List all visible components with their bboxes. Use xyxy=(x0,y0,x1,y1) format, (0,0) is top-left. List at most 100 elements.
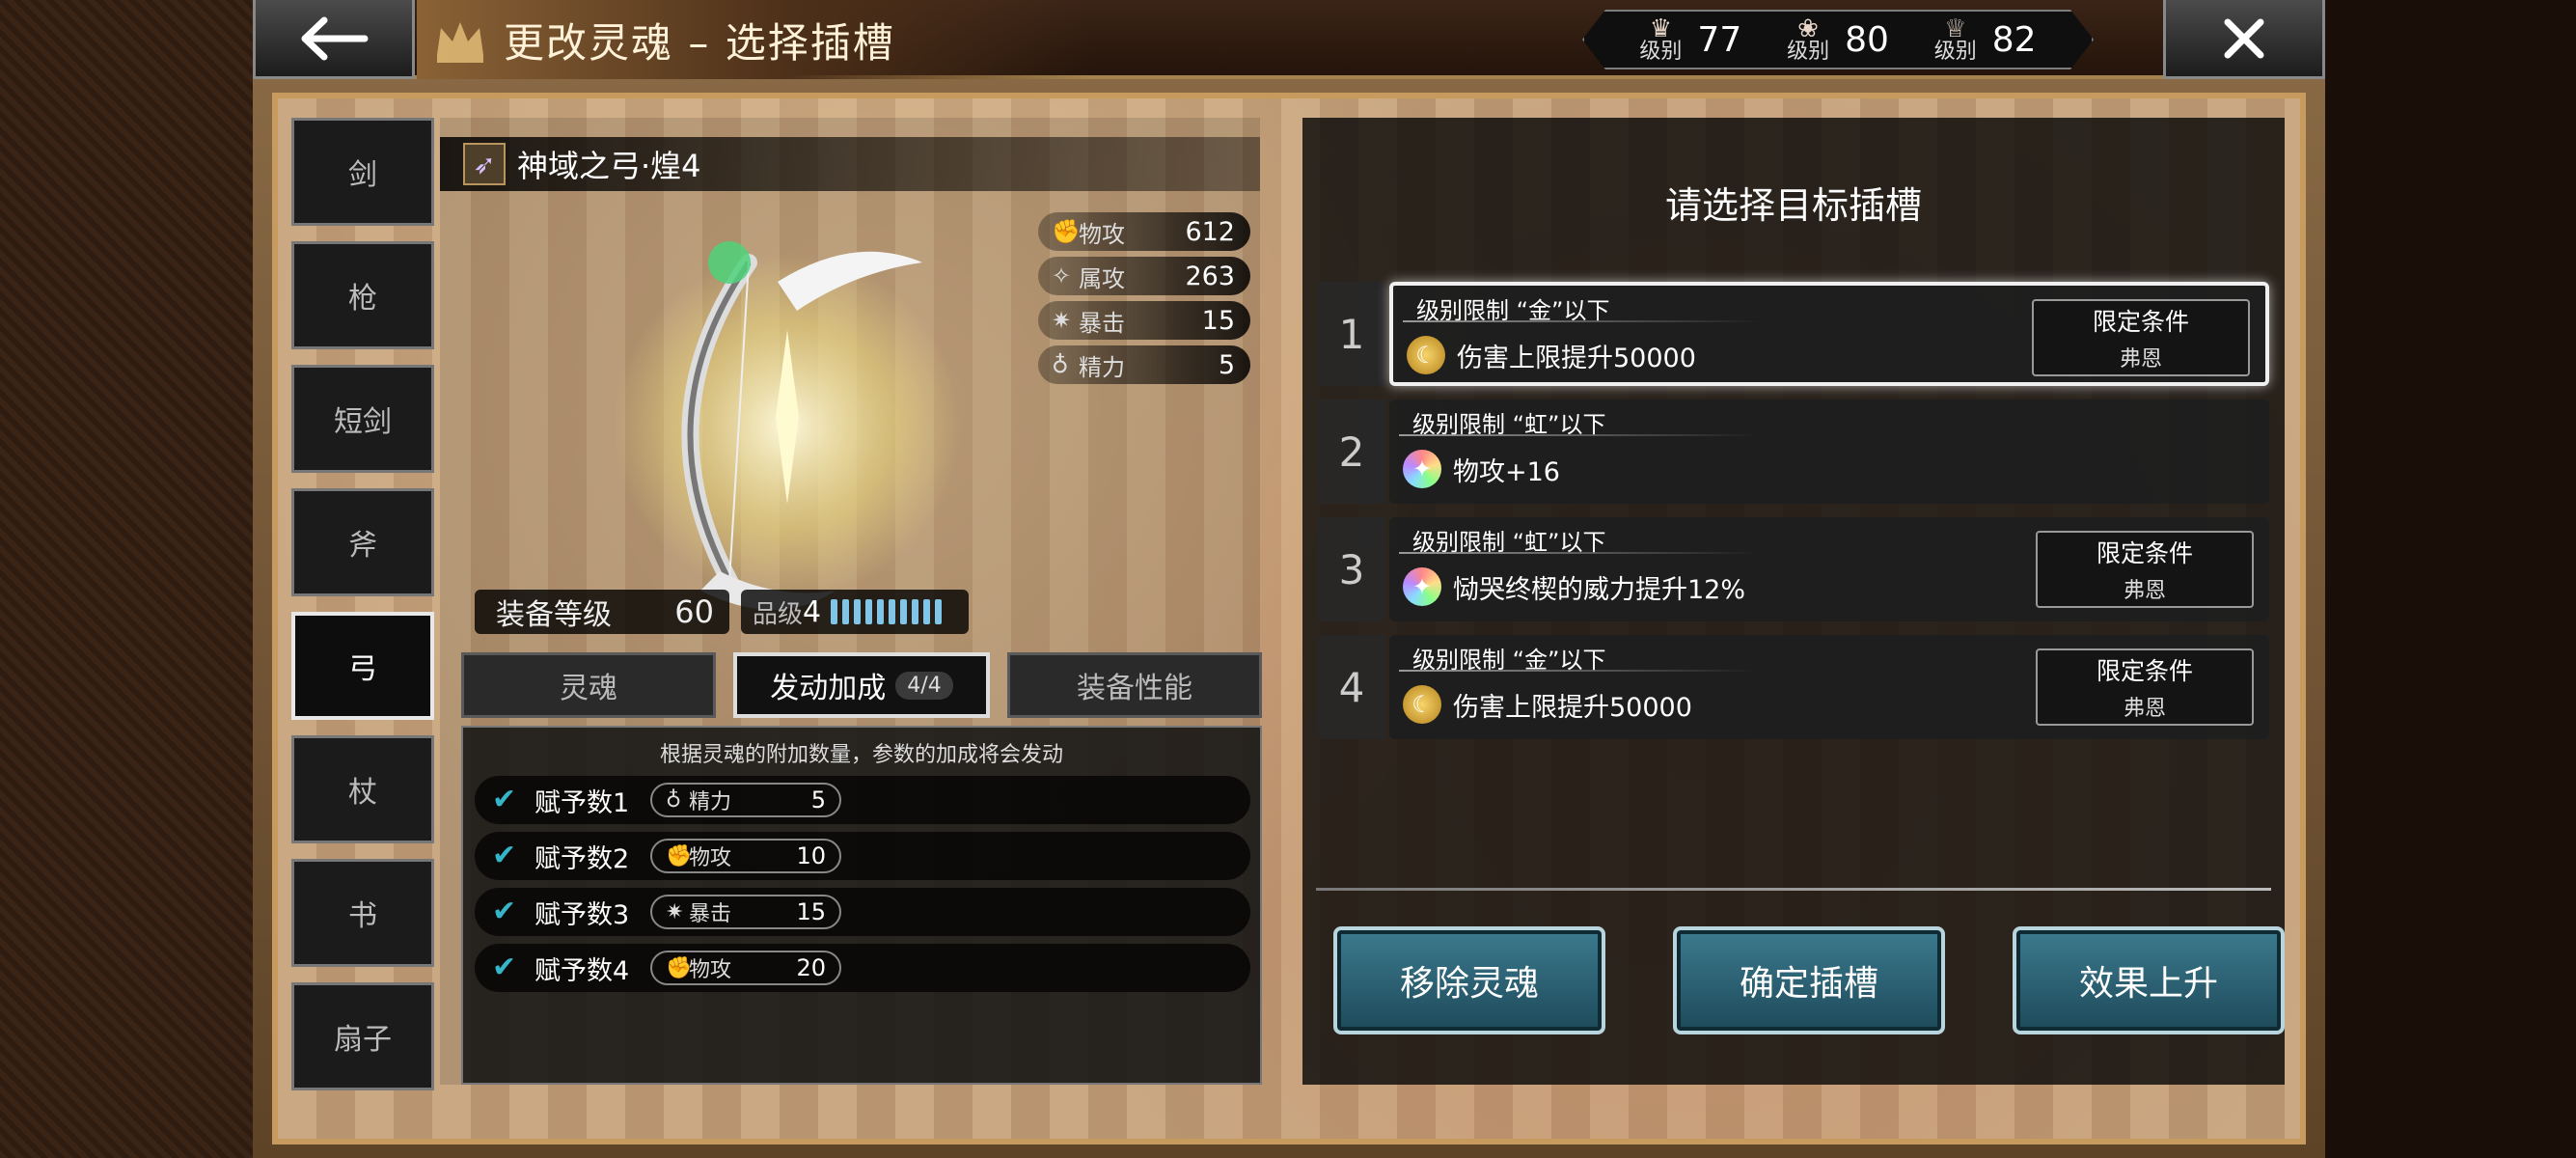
category-tab-staff[interactable]: 杖 xyxy=(291,735,434,843)
category-tab-axe[interactable]: 斧 xyxy=(291,488,434,596)
slot-effect-text: 恸哭终楔的威力提升12% xyxy=(1453,574,1746,605)
level-label: 级别 xyxy=(1639,40,1683,64)
remove-soul-button[interactable]: 移除灵魂 xyxy=(1333,926,1605,1034)
stat-name: 精力 xyxy=(1079,353,1125,381)
bonus-label: 赋予数3 xyxy=(534,899,630,930)
close-button[interactable] xyxy=(2163,0,2325,79)
tab-soul[interactable]: 灵魂 xyxy=(461,652,716,718)
stat-value: 15 xyxy=(1201,305,1235,336)
slot-number: 1 xyxy=(1318,282,1385,386)
slot-effect: ✦ 恸哭终楔的威力提升12% xyxy=(1403,567,1745,606)
upgrade-effect-button[interactable]: 效果上升 xyxy=(2013,926,2285,1034)
category-tab-dagger[interactable]: 短剑 xyxy=(291,365,434,473)
slot-effect-text: 伤害上限提升50000 xyxy=(1453,692,1692,723)
slot-number: 3 xyxy=(1318,517,1385,621)
weapon-panel: ➶ 神域之弓·煌4 ✊ 物攻 612 ✧ 属攻 263 ✷ 暴击 15 ♁ 精力 5 装备等级 … xyxy=(440,118,1262,1085)
divider xyxy=(1399,670,1756,672)
lotus-icon: ❀ xyxy=(1797,14,1819,43)
bow-icon: ➶ xyxy=(463,143,506,185)
rainbow-gem-icon: ✦ xyxy=(1403,567,1441,606)
critical-icon: ✷ xyxy=(1052,307,1072,334)
left-background xyxy=(0,0,253,1158)
bonus-note: 根据灵魂的附加数量，参数的加成将会发动 xyxy=(659,743,1063,767)
slot-effect: ✦ 物攻+16 xyxy=(1403,450,1560,488)
slot-effect: ☾ 伤害上限提升50000 xyxy=(1407,336,1696,374)
slot-number: 4 xyxy=(1318,635,1385,739)
grade-info: 品级 4 xyxy=(741,590,969,634)
tab-bonus-label: 发动加成 xyxy=(770,672,887,705)
slot-effect-text: 物攻+16 xyxy=(1453,456,1560,487)
rainbow-gem-icon: ✦ xyxy=(1403,450,1441,488)
back-button[interactable] xyxy=(253,0,415,79)
level-value: 80 xyxy=(1845,19,1889,60)
slot-body[interactable]: 级别限制 “虹”以下 ✦ 恸哭终楔的威力提升12% 限定条件 弗恩 xyxy=(1389,517,2269,621)
category-tab-book[interactable]: 书 xyxy=(291,859,434,967)
bonus-label: 赋予数2 xyxy=(534,843,630,874)
slot-body[interactable]: 级别限制 “金”以下 ☾ 伤害上限提升50000 限定条件 弗恩 xyxy=(1389,282,2269,386)
page-title: 更改灵魂 – 选择插槽 xyxy=(504,18,895,67)
weapon-stats: ✊ 物攻 612 ✧ 属攻 263 ✷ 暴击 15 ♁ 精力 5 xyxy=(1038,212,1250,390)
divider xyxy=(1399,434,1756,436)
tiara-icon: ♕ xyxy=(1944,14,1967,43)
panel-divider xyxy=(1316,888,2271,891)
slot-body[interactable]: 级别限制 “金”以下 ☾ 伤害上限提升50000 限定条件 弗恩 xyxy=(1389,635,2269,739)
level-item: ❀ 级别 80 xyxy=(1787,16,1889,63)
grade-pip xyxy=(854,599,862,624)
gold-gem-icon: ☾ xyxy=(1407,336,1445,374)
grade-pip xyxy=(900,599,908,624)
weapon-name: 神域之弓·煌4 xyxy=(517,148,701,184)
divider xyxy=(1399,552,1756,554)
slot-body[interactable]: 级别限制 “虹”以下 ✦ 物攻+16 xyxy=(1389,400,2269,504)
tab-bonus[interactable]: 发动加成 4/4 xyxy=(733,652,990,718)
condition-label: 限定条件 xyxy=(2096,539,2193,567)
slot-number: 2 xyxy=(1318,400,1385,504)
check-icon: ✔ xyxy=(492,951,517,984)
weapon-header: ➶ 神域之弓·煌4 xyxy=(440,137,1260,191)
slot-effect-text: 伤害上限提升50000 xyxy=(1457,343,1696,373)
equip-level-value: 60 xyxy=(674,593,714,630)
condition-character: 弗恩 xyxy=(2119,347,2162,372)
condition-character: 弗恩 xyxy=(2123,697,2166,721)
grade-pip xyxy=(935,599,943,624)
bonus-row: ✔ 赋予数4 ✊ 物攻 20 xyxy=(475,944,1250,992)
level-bar: ♛ 级别 77 ❀ 级别 80 ♕ 级别 82 xyxy=(1582,10,2094,69)
slot-1[interactable]: 1 级别限制 “金”以下 ☾ 伤害上限提升50000 限定条件 弗恩 xyxy=(1318,282,2269,386)
stat-row: ✧ 属攻 263 xyxy=(1038,257,1250,295)
stat-value: 263 xyxy=(1185,261,1235,291)
bonus-stat-name: 物攻 xyxy=(689,958,732,982)
crown-icon: ♛ xyxy=(1649,14,1673,43)
stat-row: ✷ 暴击 15 xyxy=(1038,301,1250,340)
bonus-stat: ✊ 物攻 10 xyxy=(650,839,841,873)
stat-name: 暴击 xyxy=(1079,309,1125,337)
category-tab-spear[interactable]: 枪 xyxy=(291,241,434,349)
bonus-row: ✔ 赋予数3 ✷ 暴击 15 xyxy=(475,888,1250,936)
title-area: 更改灵魂 – 选择插槽 xyxy=(417,0,1092,79)
bonus-stat-value: 15 xyxy=(796,898,826,925)
category-tab-bow[interactable]: 弓 xyxy=(291,612,434,720)
weapon-category-list: 剑 枪 短剑 斧 弓 杖 书 扇子 xyxy=(291,118,436,1106)
grade-pip xyxy=(912,599,919,624)
slot-effect: ☾ 伤害上限提升50000 xyxy=(1403,685,1692,724)
energy-icon: ♁ xyxy=(1052,351,1069,378)
limit-condition-button[interactable]: 限定条件 弗恩 xyxy=(2032,299,2250,376)
bonus-stat-name: 暴击 xyxy=(689,902,732,926)
level-item: ♛ 级别 77 xyxy=(1639,16,1741,63)
tab-performance[interactable]: 装备性能 xyxy=(1007,652,1262,718)
category-tab-fan[interactable]: 扇子 xyxy=(291,982,434,1090)
slot-2[interactable]: 2 级别限制 “虹”以下 ✦ 物攻+16 xyxy=(1318,400,2269,504)
slot-4[interactable]: 4 级别限制 “金”以下 ☾ 伤害上限提升50000 限定条件 弗恩 xyxy=(1318,635,2269,739)
limit-condition-button[interactable]: 限定条件 弗恩 xyxy=(2036,648,2254,726)
level-value: 77 xyxy=(1697,19,1742,60)
bonus-label: 赋予数1 xyxy=(534,787,630,818)
confirm-slot-button[interactable]: 确定插槽 xyxy=(1673,926,1945,1034)
limit-condition-button[interactable]: 限定条件 弗恩 xyxy=(2036,531,2254,608)
grade-pip xyxy=(865,599,873,624)
bonus-label: 赋予数4 xyxy=(534,955,630,986)
slot-3[interactable]: 3 级别限制 “虹”以下 ✦ 恸哭终楔的威力提升12% 限定条件 弗恩 xyxy=(1318,517,2269,621)
bonus-stat-name: 精力 xyxy=(689,790,732,814)
equip-info: 装备等级 60 品级 4 xyxy=(475,587,1179,637)
grade-pip xyxy=(877,599,885,624)
divider xyxy=(1403,320,1760,322)
check-icon: ✔ xyxy=(492,783,517,816)
category-tab-sword[interactable]: 剑 xyxy=(291,118,434,226)
